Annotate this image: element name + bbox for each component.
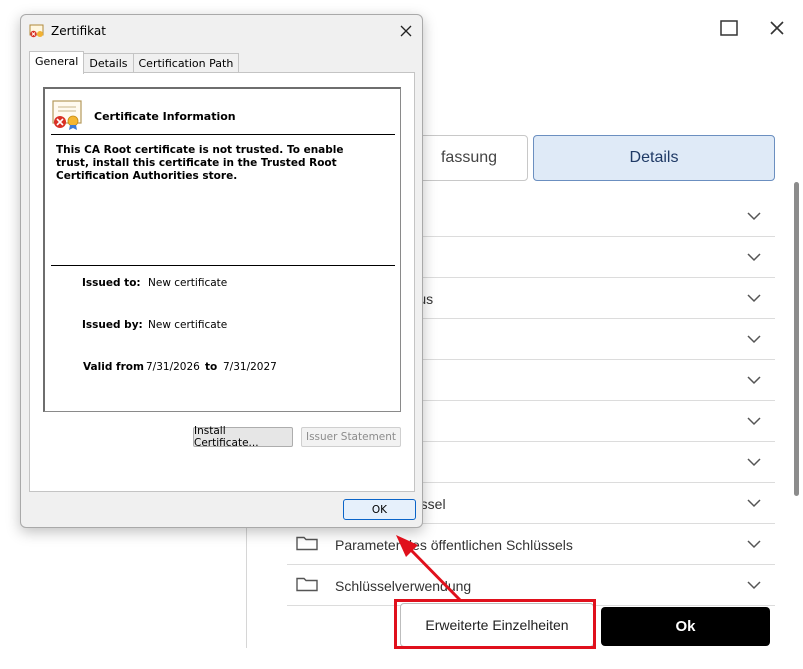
certificate-icon	[29, 23, 45, 43]
maximize-icon[interactable]	[717, 16, 741, 40]
issued-by-value: New certificate	[148, 319, 228, 331]
certificate-info-box: Certificate Information This CA Root cer…	[43, 87, 401, 412]
property-row[interactable]: Schlüsselverwendung	[287, 566, 775, 606]
chevron-down-icon[interactable]	[747, 495, 761, 513]
chevron-down-icon[interactable]	[747, 208, 761, 226]
tab-details[interactable]: Details	[533, 135, 775, 181]
general-panel: Certificate Information This CA Root cer…	[29, 72, 415, 492]
info-title: Certificate Information	[94, 110, 236, 123]
property-label: Parameter des öffentlichen Schlüssels	[335, 536, 573, 553]
dialog-tabs: General Details Certification Path	[29, 51, 240, 74]
chevron-down-icon[interactable]	[747, 249, 761, 267]
divider	[51, 134, 395, 135]
certificate-dialog: Zertifikat General Details Certification…	[20, 14, 423, 528]
property-label: Schlüsselverwendung	[335, 577, 472, 594]
issued-to-value: New certificate	[148, 277, 228, 289]
tab-certification-path[interactable]: Certification Path	[132, 53, 240, 74]
tab-summary-label: fassung	[440, 149, 498, 166]
chevron-down-icon[interactable]	[747, 290, 761, 308]
valid-to-value: 7/31/2027	[223, 361, 277, 373]
scrollbar[interactable]	[794, 182, 799, 496]
valid-from-label: Valid from	[83, 361, 144, 373]
dialog-close-icon[interactable]	[396, 21, 416, 41]
ok-button[interactable]: Ok	[601, 607, 770, 646]
close-icon[interactable]	[765, 16, 789, 40]
issuer-statement-button[interactable]: Issuer Statement	[301, 427, 401, 447]
divider	[51, 265, 395, 266]
property-row[interactable]: Parameter des öffentlichen Schlüssels	[287, 525, 775, 565]
chevron-down-icon[interactable]	[747, 454, 761, 472]
valid-to-label: to	[205, 361, 218, 373]
dialog-title: Zertifikat	[51, 24, 106, 38]
tab-details-label: Details	[629, 149, 679, 166]
valid-from-value: 7/31/2026	[146, 361, 200, 373]
tab-general[interactable]: General	[29, 51, 85, 74]
tab-details[interactable]: Details	[83, 53, 134, 74]
chevron-down-icon[interactable]	[747, 536, 761, 554]
untrusted-certificate-icon	[51, 99, 85, 135]
trust-message: This CA Root certificate is not trusted.…	[56, 144, 344, 182]
chevron-down-icon[interactable]	[747, 372, 761, 390]
install-certificate-button[interactable]: Install Certificate...	[193, 425, 293, 449]
folder-icon	[296, 575, 318, 596]
dialog-ok-button[interactable]: OK	[343, 499, 416, 520]
folder-icon	[296, 534, 318, 555]
extended-details-button[interactable]: Erweiterte Einzelheiten	[400, 603, 594, 647]
chevron-down-icon[interactable]	[747, 413, 761, 431]
issued-by-label: Issued by:	[82, 319, 143, 331]
chevron-down-icon[interactable]	[747, 577, 761, 595]
chevron-down-icon[interactable]	[747, 331, 761, 349]
issued-to-label: Issued to:	[82, 277, 141, 289]
